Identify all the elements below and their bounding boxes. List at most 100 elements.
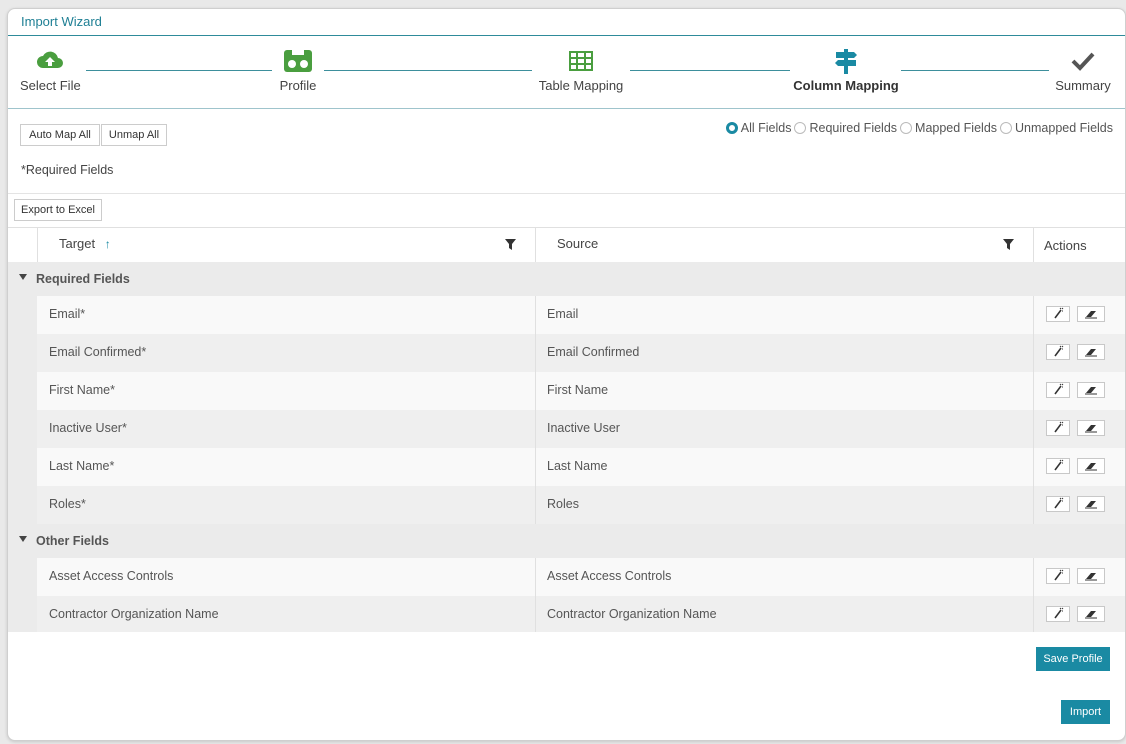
source-cell[interactable]: First Name [547, 383, 608, 397]
edit-mapping-button[interactable] [1046, 458, 1070, 474]
group-indent-gutter [8, 296, 37, 524]
source-cell[interactable]: Contractor Organization Name [547, 607, 717, 621]
step-table-mapping[interactable]: Table Mapping [534, 48, 628, 93]
wizard-stepper: Select File Profile Table Mapping Column… [8, 36, 1125, 109]
target-cell: Roles* [49, 497, 86, 511]
table-row[interactable]: Asset Access Controls Asset Access Contro… [37, 558, 1125, 596]
step-label: Select File [20, 78, 81, 93]
column-header-actions: Actions [1044, 238, 1087, 253]
titlebar: Import Wizard [8, 9, 1125, 36]
edit-mapping-button[interactable] [1046, 568, 1070, 584]
source-cell[interactable]: Inactive User [547, 421, 620, 435]
step-profile[interactable]: Profile [270, 48, 326, 93]
edit-mapping-button[interactable] [1046, 344, 1070, 360]
eraser-icon [1085, 463, 1097, 471]
step-label: Summary [1055, 78, 1111, 93]
table-row[interactable]: Contractor Organization Name Contractor O… [37, 596, 1125, 632]
target-cell: Contractor Organization Name [49, 607, 219, 621]
radio-unmapped-fields[interactable] [1000, 122, 1013, 134]
magic-wand-icon [1054, 569, 1064, 581]
table-row[interactable]: Email Confirmed* Email Confirmed [37, 334, 1125, 372]
clear-mapping-button[interactable] [1077, 344, 1105, 360]
cloud-upload-icon [37, 51, 63, 68]
edit-mapping-button[interactable] [1046, 382, 1070, 398]
group-title: Required Fields [36, 272, 130, 286]
collapse-arrow-icon[interactable] [19, 536, 27, 542]
eraser-icon [1085, 387, 1097, 395]
magic-wand-icon [1054, 497, 1064, 509]
clear-mapping-button[interactable] [1077, 382, 1105, 398]
clear-mapping-button[interactable] [1077, 458, 1105, 474]
eraser-icon [1085, 611, 1097, 619]
group-row[interactable]: Other Fields [8, 524, 1125, 558]
column-header-source[interactable]: Source [557, 228, 598, 262]
window-title: Import Wizard [21, 14, 102, 29]
field-filter-radios: All Fields Required Fields Mapped Fields… [724, 121, 1113, 135]
clear-mapping-button[interactable] [1077, 568, 1105, 584]
step-label: Column Mapping [793, 78, 899, 93]
table-row[interactable]: Roles* Roles [37, 486, 1125, 524]
radio-required-fields[interactable] [794, 122, 807, 134]
step-connector [901, 70, 1049, 71]
eraser-icon [1085, 349, 1097, 357]
radio-all-fields[interactable] [725, 122, 738, 134]
edit-mapping-button[interactable] [1046, 496, 1070, 512]
step-connector [86, 70, 272, 71]
checkmark-icon [1071, 52, 1095, 71]
clear-mapping-button[interactable] [1077, 496, 1105, 512]
table-row[interactable]: Last Name* Last Name [37, 448, 1125, 486]
target-cell: Inactive User* [49, 421, 127, 435]
group-title: Other Fields [36, 534, 109, 548]
eraser-icon [1085, 573, 1097, 581]
table-icon [569, 51, 593, 71]
edit-mapping-button[interactable] [1046, 306, 1070, 322]
save-profile-button[interactable]: Save Profile [1036, 647, 1110, 671]
divider [8, 193, 1125, 194]
magic-wand-icon [1054, 421, 1064, 433]
clear-mapping-button[interactable] [1077, 306, 1105, 322]
unmap-all-button[interactable]: Unmap All [101, 124, 167, 146]
auto-map-all-button[interactable]: Auto Map All [20, 124, 100, 146]
edit-mapping-button[interactable] [1046, 420, 1070, 436]
column-mapping-grid: Target ↑ Source Actions Required Fields E… [8, 227, 1125, 633]
signpost-icon [835, 49, 857, 74]
magic-wand-icon [1054, 345, 1064, 357]
table-row[interactable]: First Name* First Name [37, 372, 1125, 410]
filter-icon[interactable] [1003, 239, 1014, 250]
edit-mapping-button[interactable] [1046, 606, 1070, 622]
eraser-icon [1085, 501, 1097, 509]
source-cell[interactable]: Email Confirmed [547, 345, 639, 359]
cassette-icon [284, 50, 312, 72]
radio-mapped-fields[interactable] [900, 122, 913, 134]
target-cell: Email Confirmed* [49, 345, 147, 359]
clear-mapping-button[interactable] [1077, 606, 1105, 622]
step-column-mapping[interactable]: Column Mapping [792, 48, 900, 93]
filter-icon[interactable] [505, 239, 516, 250]
magic-wand-icon [1054, 459, 1064, 471]
grid-header: Target ↑ Source Actions [8, 228, 1125, 263]
radio-label: Required Fields [809, 121, 898, 135]
collapse-arrow-icon[interactable] [19, 274, 27, 280]
magic-wand-icon [1054, 607, 1064, 619]
group-row[interactable]: Required Fields [8, 262, 1125, 296]
column-header-target[interactable]: Target ↑ [59, 228, 111, 262]
group-indent-gutter [8, 558, 37, 632]
import-wizard-window: Import Wizard Select File Profile Table … [7, 8, 1126, 741]
import-button[interactable]: Import [1061, 700, 1110, 724]
step-select-file[interactable]: Select File [20, 48, 81, 93]
source-cell[interactable]: Roles [547, 497, 579, 511]
target-cell: Email* [49, 307, 86, 321]
step-summary[interactable]: Summary [1051, 48, 1115, 93]
source-cell[interactable]: Email [547, 307, 578, 321]
table-row[interactable]: Inactive User* Inactive User [37, 410, 1125, 448]
eraser-icon [1085, 425, 1097, 433]
export-to-excel-button[interactable]: Export to Excel [14, 199, 102, 221]
radio-label: Unmapped Fields [1015, 121, 1113, 135]
source-cell[interactable]: Asset Access Controls [547, 569, 671, 583]
eraser-icon [1085, 311, 1097, 319]
source-cell[interactable]: Last Name [547, 459, 607, 473]
required-fields-note: *Required Fields [21, 163, 114, 177]
radio-label: All Fields [740, 121, 792, 135]
clear-mapping-button[interactable] [1077, 420, 1105, 436]
table-row[interactable]: Email* Email [37, 296, 1125, 334]
